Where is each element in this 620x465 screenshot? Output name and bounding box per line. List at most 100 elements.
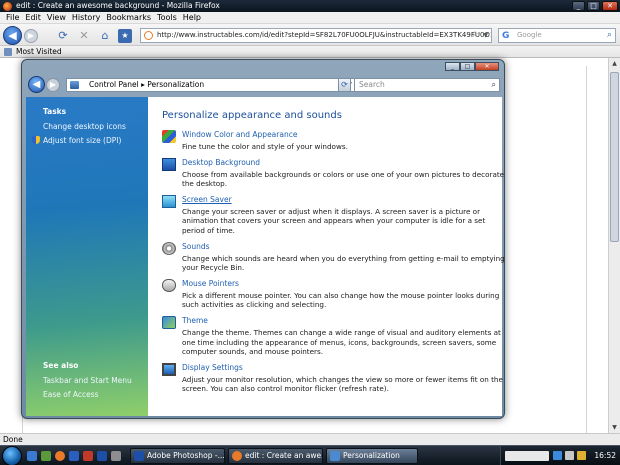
link-sounds[interactable]: Sounds bbox=[182, 242, 502, 252]
bookmark-star-icon[interactable]: ☆ bbox=[471, 29, 479, 42]
cp-forward-button[interactable]: ▶ bbox=[46, 78, 60, 92]
see-also-taskbar[interactable]: Taskbar and Start Menu bbox=[43, 376, 132, 385]
list-item-screen-saver: Screen Saver Change your screen saver or… bbox=[162, 194, 502, 236]
theme-icon[interactable] bbox=[162, 315, 176, 329]
menu-view[interactable]: View bbox=[44, 12, 69, 23]
item-description: Fine tune the color and style of your wi… bbox=[182, 142, 348, 151]
app-quicklaunch-icon[interactable] bbox=[111, 451, 121, 461]
link-mouse-pointers[interactable]: Mouse Pointers bbox=[182, 279, 502, 289]
chevron-down-icon[interactable]: ▼ bbox=[483, 29, 488, 42]
maximize-button[interactable]: □ bbox=[587, 1, 600, 11]
screen-saver-icon[interactable] bbox=[162, 194, 176, 208]
back-button[interactable]: ◀ bbox=[3, 26, 22, 45]
taskbar-firefox[interactable]: edit : Create an awe... bbox=[228, 448, 323, 464]
taskbar-personalization-label: Personalization bbox=[343, 451, 400, 460]
clock[interactable]: 16:52 bbox=[594, 446, 616, 465]
firefox-icon bbox=[3, 2, 12, 11]
menu-bar: File Edit View History Bookmarks Tools H… bbox=[0, 12, 620, 24]
personalization-window: _ □ ✕ ◀ ▶ Control Panel ▸ Personalizatio… bbox=[21, 59, 505, 419]
cp-address-bar[interactable]: Control Panel ▸ Personalization ▼ bbox=[66, 78, 355, 92]
page-title: Personalize appearance and sounds bbox=[162, 110, 342, 121]
bookmark-toolbar-icon[interactable]: ★ bbox=[118, 29, 132, 43]
speaker-icon[interactable] bbox=[162, 241, 176, 255]
menu-edit[interactable]: Edit bbox=[22, 12, 44, 23]
photoshop-quicklaunch-icon[interactable] bbox=[97, 451, 107, 461]
taskbar-photoshop[interactable]: Adobe Photoshop -... bbox=[130, 448, 225, 464]
page-border-right bbox=[586, 66, 587, 436]
list-item-window-color: Window Color and Appearance Fine tune th… bbox=[162, 130, 502, 152]
window-color-icon[interactable] bbox=[162, 130, 176, 143]
breadcrumb-personalization[interactable]: Personalization bbox=[147, 80, 204, 89]
scrollbar-thumb[interactable] bbox=[610, 72, 619, 242]
see-also-section: See also Taskbar and Start Menu Ease of … bbox=[43, 361, 132, 404]
volume-icon[interactable] bbox=[565, 451, 574, 460]
link-window-color[interactable]: Window Color and Appearance bbox=[182, 130, 502, 140]
item-description: Pick a different mouse pointer. You can … bbox=[182, 290, 500, 310]
network-icon[interactable] bbox=[553, 451, 562, 460]
search-icon[interactable]: ⌕ bbox=[607, 29, 612, 42]
stop-icon[interactable]: ✕ bbox=[77, 29, 91, 43]
reload-icon[interactable]: ⟳ bbox=[56, 29, 70, 43]
browser-window-controls: _ □ ✕ bbox=[572, 1, 618, 11]
search-input[interactable]: G Google ⌕ bbox=[498, 28, 616, 43]
item-description: Choose from available backgrounds or col… bbox=[182, 169, 505, 189]
link-theme[interactable]: Theme bbox=[182, 316, 502, 326]
show-desktop-icon[interactable] bbox=[27, 451, 37, 461]
scroll-down-icon[interactable]: ▼ bbox=[609, 422, 620, 433]
bookmark-most-visited[interactable]: Most Visited bbox=[16, 47, 62, 56]
cp-maximize-button[interactable]: □ bbox=[460, 62, 475, 71]
home-icon[interactable]: ⌂ bbox=[98, 29, 112, 43]
link-display-settings[interactable]: Display Settings bbox=[182, 363, 502, 373]
address-bar[interactable]: http://www.instructables.com/id/edit?ste… bbox=[140, 28, 492, 43]
cp-search-input[interactable]: Search ⌕ bbox=[354, 78, 500, 92]
shield-icon bbox=[32, 136, 40, 144]
start-button[interactable] bbox=[2, 446, 22, 465]
cp-search-icon[interactable]: ⌕ bbox=[492, 79, 496, 91]
cp-close-button[interactable]: ✕ bbox=[475, 62, 499, 71]
desktop-background-icon[interactable] bbox=[162, 157, 176, 171]
taskbar-personalization[interactable]: Personalization bbox=[326, 448, 418, 464]
item-description: Change the theme. Themes can change a wi… bbox=[182, 327, 501, 357]
control-panel-taskbar-icon bbox=[330, 451, 340, 461]
list-item-sounds: Sounds Change which sounds are heard whe… bbox=[162, 241, 505, 273]
menu-bookmarks[interactable]: Bookmarks bbox=[103, 12, 154, 23]
list-item-mouse-pointers: Mouse Pointers Pick a different mouse po… bbox=[162, 278, 502, 310]
forward-button[interactable]: ▶ bbox=[24, 29, 38, 43]
scroll-up-icon[interactable]: ▲ bbox=[609, 58, 620, 69]
cp-refresh-button[interactable]: ⟳ bbox=[338, 78, 351, 92]
list-item-theme: Theme Change the theme. Themes can chang… bbox=[162, 315, 502, 357]
see-also-ease-of-access[interactable]: Ease of Access bbox=[43, 390, 132, 399]
cp-search-placeholder: Search bbox=[359, 80, 385, 89]
link-screen-saver[interactable]: Screen Saver bbox=[182, 195, 502, 205]
status-text: Done bbox=[3, 435, 23, 444]
link-desktop-background[interactable]: Desktop Background bbox=[182, 158, 502, 168]
task-adjust-font-size[interactable]: Adjust font size (DPI) bbox=[32, 136, 148, 145]
page-scrollbar[interactable]: ▲ ▼ bbox=[608, 58, 620, 433]
language-bar[interactable] bbox=[505, 451, 549, 461]
item-description: Adjust your monitor resolution, which ch… bbox=[182, 374, 503, 394]
taskbar-firefox-label: edit : Create an awe... bbox=[245, 451, 323, 460]
item-description: Change which sounds are heard when you d… bbox=[182, 253, 505, 273]
menu-history[interactable]: History bbox=[69, 12, 103, 23]
media-quicklaunch-icon[interactable] bbox=[83, 451, 93, 461]
status-bar: Done bbox=[0, 433, 620, 445]
system-tray: 16:52 bbox=[500, 446, 620, 465]
minimize-button[interactable]: _ bbox=[572, 1, 585, 11]
cp-back-button[interactable]: ◀ bbox=[28, 76, 45, 93]
see-also-header: See also bbox=[43, 361, 79, 370]
tray-app-icon[interactable] bbox=[577, 451, 586, 460]
monitor-icon[interactable] bbox=[162, 362, 176, 376]
menu-file[interactable]: File bbox=[3, 12, 22, 23]
menu-help[interactable]: Help bbox=[180, 12, 204, 23]
ie-quicklaunch-icon[interactable] bbox=[69, 451, 79, 461]
mouse-icon[interactable] bbox=[162, 278, 176, 292]
firefox-quicklaunch-icon[interactable] bbox=[55, 451, 65, 461]
taskbar: Adobe Photoshop -... edit : Create an aw… bbox=[0, 445, 620, 465]
cp-minimize-button[interactable]: _ bbox=[445, 62, 460, 71]
google-icon[interactable]: G bbox=[502, 30, 509, 43]
menu-tools[interactable]: Tools bbox=[154, 12, 180, 23]
task-change-desktop-icons[interactable]: Change desktop icons bbox=[43, 122, 148, 131]
close-button[interactable]: ✕ bbox=[602, 1, 618, 11]
breadcrumb-control-panel[interactable]: Control Panel bbox=[89, 80, 139, 89]
switch-windows-icon[interactable] bbox=[41, 451, 51, 461]
